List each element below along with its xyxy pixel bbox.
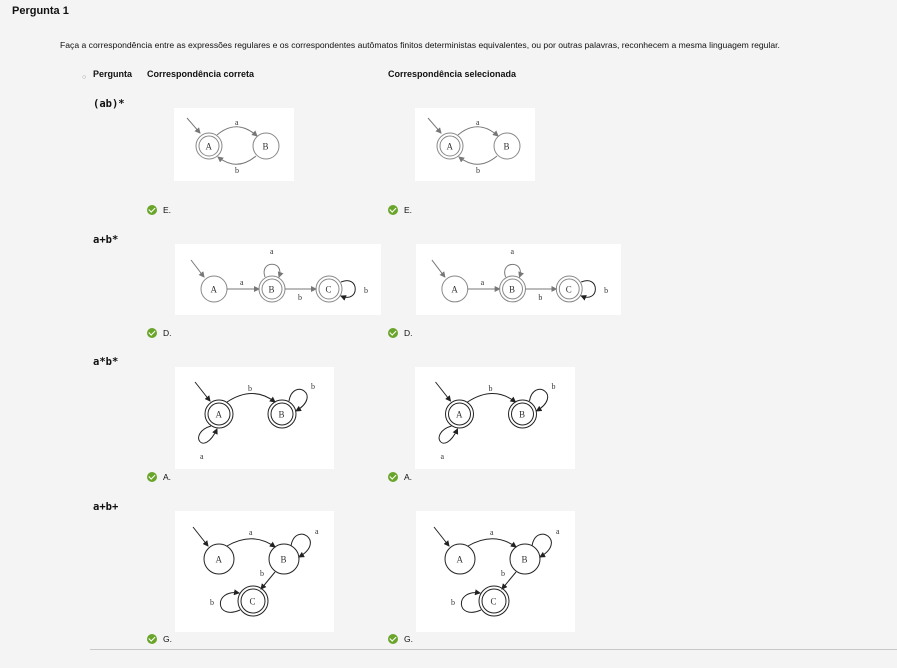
state-A-label: A [457, 555, 464, 565]
answer-letter: A. [404, 472, 413, 482]
transition-b-label: b [248, 384, 252, 393]
row-4-selected-automaton: A a B a b C b [416, 511, 575, 632]
row-1-correct-automaton: A B a b [174, 108, 294, 181]
answer-letter: E. [404, 205, 413, 215]
state-A-label: A [206, 142, 213, 152]
answer-letter: D. [163, 328, 172, 338]
header-question: Pergunta [93, 69, 133, 79]
row-2-expression: a+b* [93, 234, 119, 246]
row-1-selected-automaton: A B a b [415, 108, 535, 181]
transition-a-label: a [235, 118, 239, 127]
row-3-selected-automaton: A b B b a [415, 367, 575, 469]
state-A-label: A [451, 284, 458, 294]
state-C-label: C [566, 284, 572, 294]
row-4-expression: a+b+ [93, 501, 119, 513]
state-A-label: A [456, 410, 463, 420]
transition-b-label: b [260, 569, 264, 578]
answer-letter: E. [163, 205, 172, 215]
row-2-correct-automaton: A a B a b C b [175, 244, 381, 315]
transition-a-label: a [240, 278, 244, 287]
transition-a-label: a [249, 528, 253, 537]
state-B-label: B [504, 142, 510, 152]
transition-b-label: b [298, 293, 302, 302]
loop-a-label: a [200, 452, 204, 461]
transition-b-label: b [501, 569, 505, 578]
answer-letter: A. [163, 472, 172, 482]
check-circle-icon [388, 634, 398, 644]
transition-b-label: b [476, 166, 480, 175]
row-4-correct-answer: G. [147, 634, 172, 644]
check-circle-icon [388, 328, 398, 338]
loop-a-label: a [511, 247, 515, 256]
loop-a-label: a [441, 452, 445, 461]
row-2-correct-answer: D. [147, 328, 172, 338]
row-4-correct-automaton: A a B a b C b [175, 511, 334, 632]
row-1-correct-answer: E. [147, 205, 171, 215]
loop-a-label: a [315, 527, 319, 536]
answer-letter: G. [163, 634, 172, 644]
loop-b-label: b [210, 598, 214, 607]
state-B-label: B [522, 555, 528, 565]
answer-letter: G. [404, 634, 413, 644]
header-correct: Correspondência correta [147, 69, 255, 79]
state-B-label: B [519, 410, 525, 420]
state-C-label: C [326, 285, 332, 295]
state-C-label: C [250, 597, 256, 607]
question-prompt: Faça a correspondência entre as expressõ… [60, 40, 780, 50]
transition-b-label: b [235, 166, 239, 175]
check-circle-icon [388, 205, 398, 215]
circle-bullet-icon: ○ [82, 74, 87, 81]
bottom-divider [90, 649, 897, 650]
loop-a-label: a [270, 247, 274, 256]
loop-b-label: b [552, 382, 556, 391]
check-circle-icon [147, 328, 157, 338]
transition-a-label: a [490, 528, 494, 537]
loop-b-label: b [364, 286, 368, 295]
row-4-selected-answer: G. [388, 634, 413, 644]
transition-b-label: b [538, 293, 542, 302]
transition-b-label: b [489, 384, 493, 393]
check-circle-icon [147, 634, 157, 644]
check-circle-icon [388, 472, 398, 482]
header-selected: Correspondência selecionada [388, 69, 517, 79]
state-A-label: A [216, 555, 223, 565]
transition-a-label: a [481, 278, 485, 287]
state-A-label: A [211, 285, 218, 295]
state-B-label: B [279, 410, 285, 420]
row-3-correct-automaton: A b b B b a [175, 367, 334, 469]
answer-letter: D. [404, 328, 413, 338]
state-B-label: B [509, 284, 515, 294]
state-A-label: A [447, 142, 454, 152]
transition-a-label: a [476, 118, 480, 127]
check-circle-icon [147, 472, 157, 482]
loop-b-label: b [311, 382, 315, 391]
row-3-expression: a*b* [93, 356, 119, 368]
state-A-label: A [216, 410, 223, 420]
state-B-label: B [281, 555, 287, 565]
row-1-expression: (ab)* [93, 98, 125, 110]
loop-b-label: b [451, 598, 455, 607]
row-1-selected-answer: E. [388, 205, 412, 215]
state-B-label: B [269, 285, 275, 295]
state-B-label: B [263, 142, 269, 152]
loop-a-label: a [556, 527, 560, 536]
row-2-selected-answer: D. [388, 328, 413, 338]
state-C-label: C [491, 597, 497, 607]
row-2-selected-automaton: A a B a b C b [416, 244, 621, 315]
loop-b-label: b [604, 286, 608, 295]
row-3-correct-answer: A. [147, 472, 171, 482]
row-3-selected-answer: A. [388, 472, 412, 482]
question-title: Pergunta 1 [12, 5, 69, 17]
check-circle-icon [147, 205, 157, 215]
